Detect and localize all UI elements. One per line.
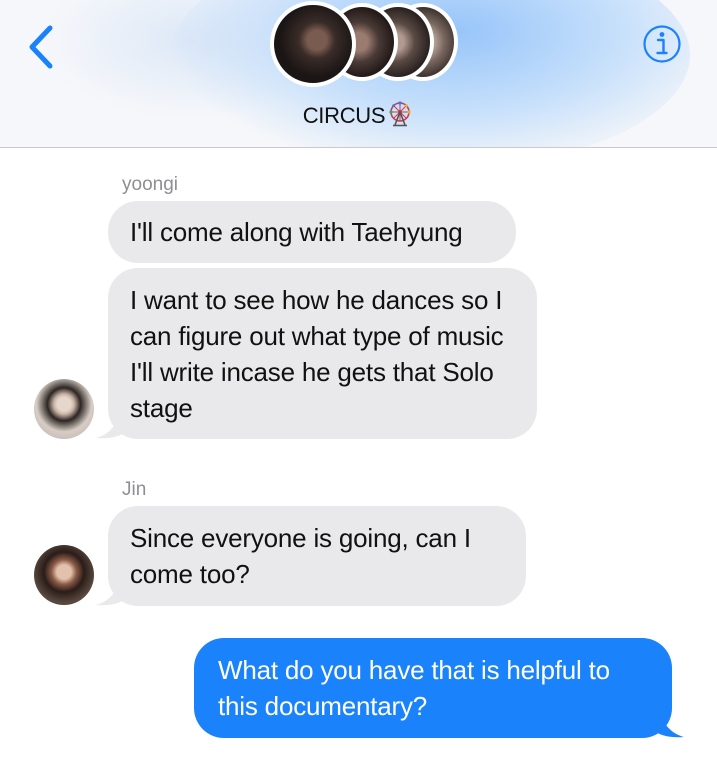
group-member-avatar (270, 1, 356, 87)
message-text: I'll come along with Taehyung (130, 217, 463, 247)
message-text: What do you have that is helpful to this… (218, 655, 610, 721)
avatar[interactable] (34, 545, 94, 605)
group-name-row[interactable]: CIRCUS (0, 101, 717, 133)
bubble-tail (96, 578, 124, 606)
info-icon (643, 25, 681, 63)
message-bubble-outgoing[interactable]: What do you have that is helpful to this… (194, 638, 672, 738)
message-bubble-incoming[interactable]: I'll come along with Taehyung (108, 201, 516, 263)
group-avatars[interactable] (270, 0, 460, 95)
conversation-header: CIRCUS (0, 0, 717, 148)
avatar[interactable] (34, 379, 94, 439)
info-button[interactable] (642, 24, 682, 64)
back-button[interactable] (22, 22, 62, 72)
group-name: CIRCUS (302, 103, 386, 128)
ferris-wheel-icon (386, 101, 414, 133)
message-text: Since everyone is going, can I come too? (130, 523, 471, 589)
bubble-tail (656, 710, 684, 738)
message-bubble-incoming[interactable]: Since everyone is going, can I come too? (108, 506, 526, 606)
chevron-left-icon (29, 25, 53, 69)
sender-name: yoongi (122, 174, 178, 195)
message-text: I want to see how he dances so I can fig… (130, 285, 504, 423)
message-bubble-incoming[interactable]: I want to see how he dances so I can fig… (108, 268, 537, 439)
sender-name: Jin (122, 479, 147, 500)
bubble-tail (96, 411, 124, 439)
